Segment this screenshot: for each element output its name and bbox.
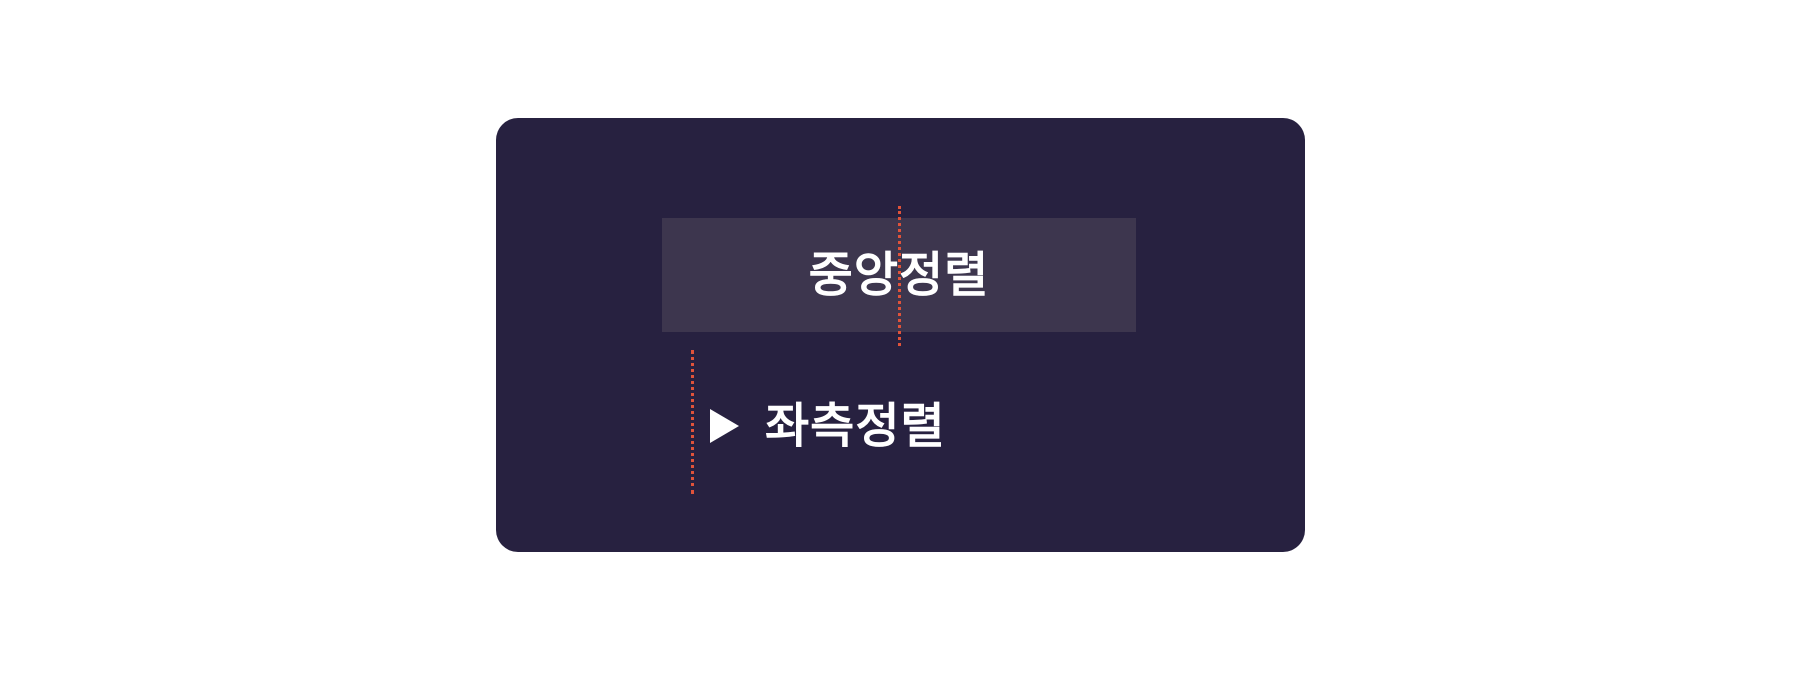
left-guide-line xyxy=(691,350,694,494)
alignment-card: 중앙정렬 좌측정렬 xyxy=(496,118,1305,552)
center-guide-line xyxy=(898,206,901,346)
left-aligned-row: 좌측정렬 xyxy=(710,396,946,456)
canvas: 중앙정렬 좌측정렬 xyxy=(0,0,1796,696)
play-triangle-icon xyxy=(710,409,739,443)
left-aligned-label: 좌측정렬 xyxy=(765,398,946,454)
